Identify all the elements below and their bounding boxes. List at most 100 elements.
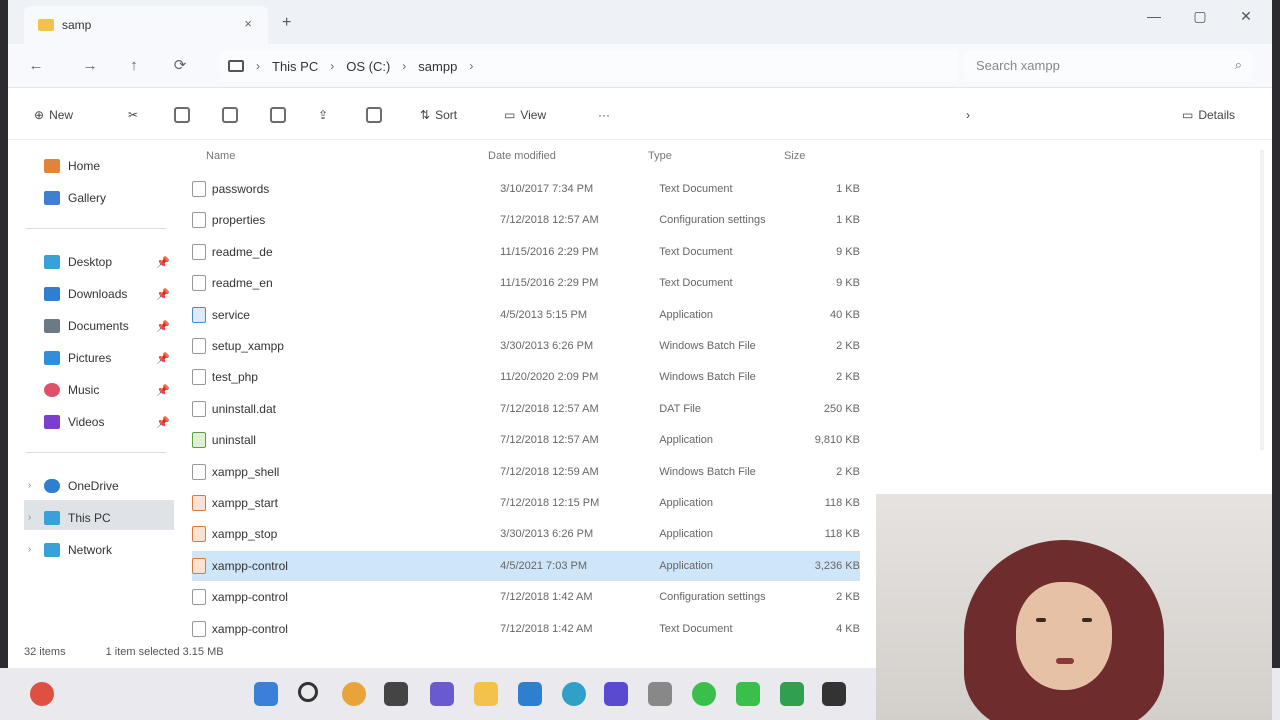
file-explorer-icon[interactable]	[474, 682, 498, 706]
sidebar-item-documents[interactable]: Documents 📌	[44, 314, 170, 338]
minimize-button[interactable]: —	[1142, 8, 1166, 24]
whatsapp-icon[interactable]	[692, 682, 716, 706]
file-row[interactable]: test_php 11/20/2020 2:09 PM Windows Batch …	[192, 362, 860, 392]
file-icon	[192, 369, 206, 386]
column-header-size[interactable]: Size	[784, 150, 805, 162]
app-icon[interactable]	[604, 682, 628, 706]
app-icon[interactable]	[736, 682, 760, 706]
this-pc-icon	[44, 511, 60, 525]
sidebar-item-label: Gallery	[68, 191, 107, 205]
file-name: xampp_shell	[211, 464, 280, 479]
sidebar-item-videos[interactable]: Videos 📌	[44, 410, 170, 434]
details-button[interactable]: ▭ Details	[1182, 104, 1235, 126]
file-row[interactable]: xampp_shell 7/12/2018 12:59 AM Windows Bat…	[192, 457, 860, 487]
view-button[interactable]: ▭ View	[504, 104, 546, 126]
navigation-bar: ← → ↑ ⟳ › This PC › OS (C:) › sampp › Se…	[8, 44, 1272, 88]
refresh-button[interactable]: ⟳	[168, 54, 192, 78]
sort-button[interactable]: ⇅ Sort	[420, 104, 457, 126]
sidebar-item-gallery[interactable]: Gallery	[44, 186, 106, 210]
sidebar-item-pictures[interactable]: Pictures 📌	[44, 346, 170, 370]
file-name: xampp_start	[211, 496, 278, 510]
expand-chevron-icon[interactable]: ›	[28, 480, 31, 491]
terminal-icon[interactable]	[822, 682, 846, 706]
column-header-name[interactable]: Name	[206, 150, 235, 162]
file-row[interactable]: uninstall 7/12/2018 12:57 AM Application 9,…	[192, 425, 860, 455]
expand-chevron-icon[interactable]: ›	[28, 544, 31, 555]
file-name: readme_de	[211, 244, 273, 259]
file-row[interactable]: xampp-control 4/5/2021 7:03 PM Application…	[192, 550, 860, 581]
file-row[interactable]: xampp_start 7/12/2018 12:15 PM Application…	[192, 488, 860, 518]
up-button[interactable]: ↑	[122, 54, 146, 78]
trash-icon	[366, 107, 382, 123]
sidebar-item-this-pc[interactable]: This PC	[44, 506, 111, 530]
share-icon: ⇪	[318, 108, 329, 122]
sidebar-item-home[interactable]: Home	[44, 154, 100, 178]
file-row[interactable]: xampp-control 7/12/2018 1:42 AM Configurat…	[192, 582, 860, 612]
file-row[interactable]: service 4/5/2013 5:15 PM Application 40 KB	[192, 300, 860, 330]
file-row[interactable]: readme_en 11/15/2016 2:29 PM Text Document…	[192, 268, 860, 298]
file-row[interactable]: uninstall.dat 7/12/2018 12:57 AM DAT File 2…	[192, 394, 860, 424]
app-icon[interactable]	[780, 682, 804, 706]
rename-button[interactable]	[270, 104, 286, 126]
start-icon[interactable]	[254, 682, 278, 706]
file-name: xampp-control	[211, 590, 288, 605]
edge-icon[interactable]	[562, 682, 586, 706]
file-date: 7/12/2018 1:42 AM	[500, 622, 593, 635]
task-view-icon[interactable]	[384, 682, 408, 706]
file-name: uninstall.dat	[211, 401, 276, 416]
breadcrumb-drive[interactable]: OS (C:)	[346, 59, 390, 74]
new-tab-button[interactable]: +	[282, 14, 291, 32]
breadcrumb-folder[interactable]: sampp	[418, 59, 457, 74]
teams-icon[interactable]	[430, 682, 454, 706]
share-button[interactable]: ⇪	[318, 104, 328, 126]
file-size: 4 KB	[836, 622, 860, 635]
column-header-date[interactable]: Date modified	[488, 150, 556, 162]
search-icon[interactable]	[298, 682, 318, 702]
back-button[interactable]: ←	[24, 54, 48, 78]
file-row[interactable]: properties 7/12/2018 12:57 AM Configuratio…	[192, 205, 860, 235]
sidebar-item-label: Network	[68, 543, 113, 557]
home-icon	[44, 159, 60, 173]
onedrive-icon	[44, 479, 60, 493]
file-row[interactable]: xampp_stop 3/30/2013 6:26 PM Application 11…	[192, 519, 860, 549]
file-size: 9 KB	[836, 277, 860, 290]
status-bar: 32 items 1 item selected 3.15 MB	[24, 646, 224, 658]
search-input[interactable]: Search xampp ⌕	[964, 50, 1252, 82]
maximize-button[interactable]: ▢	[1188, 8, 1212, 25]
more-options-button[interactable]: ···	[598, 104, 610, 126]
close-tab-icon[interactable]: ×	[244, 16, 252, 31]
breadcrumb-this-pc[interactable]: This PC	[272, 59, 318, 74]
forward-button[interactable]: →	[78, 54, 102, 78]
sidebar-item-music[interactable]: Music 📌	[44, 378, 170, 402]
scrollbar[interactable]	[1260, 150, 1264, 450]
breadcrumb-separator: ›	[330, 59, 335, 73]
column-header-type[interactable]: Type	[648, 150, 672, 162]
sidebar-item-onedrive[interactable]: OneDrive	[44, 474, 119, 498]
new-button[interactable]: ⊕ New	[34, 104, 73, 126]
file-row[interactable]: passwords 3/10/2017 7:34 PM Text Document 1…	[192, 174, 860, 204]
pin-icon: 📌	[156, 288, 170, 301]
copy-button[interactable]	[174, 104, 190, 126]
file-row[interactable]: xampp-control 7/12/2018 1:42 AM Text Docum…	[192, 614, 860, 644]
notification-icon[interactable]	[30, 682, 54, 706]
tab-xampp[interactable]: samp ×	[24, 6, 268, 44]
sort-label: Sort	[435, 108, 458, 122]
expand-chevron-icon[interactable]: ›	[28, 512, 31, 523]
tab-title: samp	[62, 18, 92, 32]
close-window-button[interactable]: ✕	[1234, 8, 1258, 25]
app-icon[interactable]	[648, 682, 672, 706]
sidebar-item-network[interactable]: Network	[44, 538, 112, 562]
sidebar-item-desktop[interactable]: Desktop 📌	[44, 250, 170, 274]
music-icon	[44, 383, 60, 397]
address-bar[interactable]: › This PC › OS (C:) › sampp ›	[220, 50, 958, 82]
file-type: Text Document	[659, 622, 733, 635]
cut-button[interactable]: ✂	[128, 104, 138, 126]
delete-button[interactable]	[366, 104, 382, 126]
file-row[interactable]: readme_de 11/15/2016 2:29 PM Text Document…	[192, 237, 860, 267]
copilot-icon[interactable]	[342, 682, 366, 706]
store-icon[interactable]	[518, 682, 542, 706]
file-row[interactable]: setup_xampp 3/30/2013 6:26 PM Windows Batc…	[192, 331, 860, 361]
chevron-right-icon[interactable]: ›	[966, 104, 970, 126]
paste-button[interactable]	[222, 104, 238, 126]
sidebar-item-downloads[interactable]: Downloads 📌	[44, 282, 170, 306]
